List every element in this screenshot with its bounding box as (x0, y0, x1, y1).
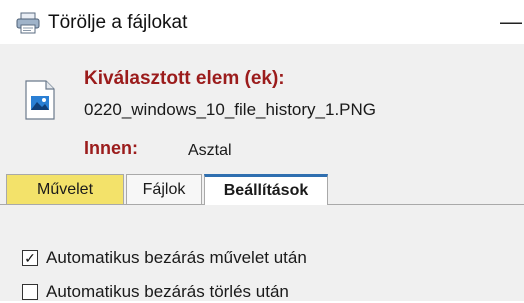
checkbox-unchecked-icon[interactable] (22, 284, 38, 300)
tab-muvelet[interactable]: Művelet (6, 174, 124, 204)
checkbox-checked-icon[interactable]: ✓ (22, 250, 38, 266)
tab-label: Művelet (36, 181, 94, 198)
selected-items-heading: Kiválasztott elem (ek): (84, 68, 285, 89)
source-label: Innen: (84, 138, 138, 158)
window-title: Törölje a fájlokat (48, 12, 188, 33)
option-label: Automatikus bezárás művelet után (46, 248, 307, 267)
tab-label: Beállítások (223, 182, 309, 199)
tab-fajlok[interactable]: Fájlok (126, 174, 202, 204)
option-close-after-delete[interactable]: Automatikus bezárás törlés után (22, 281, 289, 303)
source-value: Asztal (188, 142, 232, 159)
settings-panel: ✓ Automatikus bezárás művelet után Autom… (0, 205, 524, 301)
option-close-after-operation[interactable]: ✓ Automatikus bezárás művelet után (22, 247, 307, 269)
image-file-icon (25, 80, 55, 120)
file-name: 0220_windows_10_file_history_1.PNG (84, 100, 377, 119)
tab-beallitasok[interactable]: Beállítások (204, 174, 328, 206)
title-bar: Törölje a fájlokat — (0, 0, 524, 44)
tab-label: Fájlok (142, 181, 186, 198)
option-label: Automatikus bezárás törlés után (46, 282, 289, 301)
dialog-content: Kiválasztott elem (ek): 0220_windows_10_… (0, 44, 524, 301)
printer-icon (16, 12, 40, 34)
minimize-button[interactable]: — (498, 10, 524, 34)
